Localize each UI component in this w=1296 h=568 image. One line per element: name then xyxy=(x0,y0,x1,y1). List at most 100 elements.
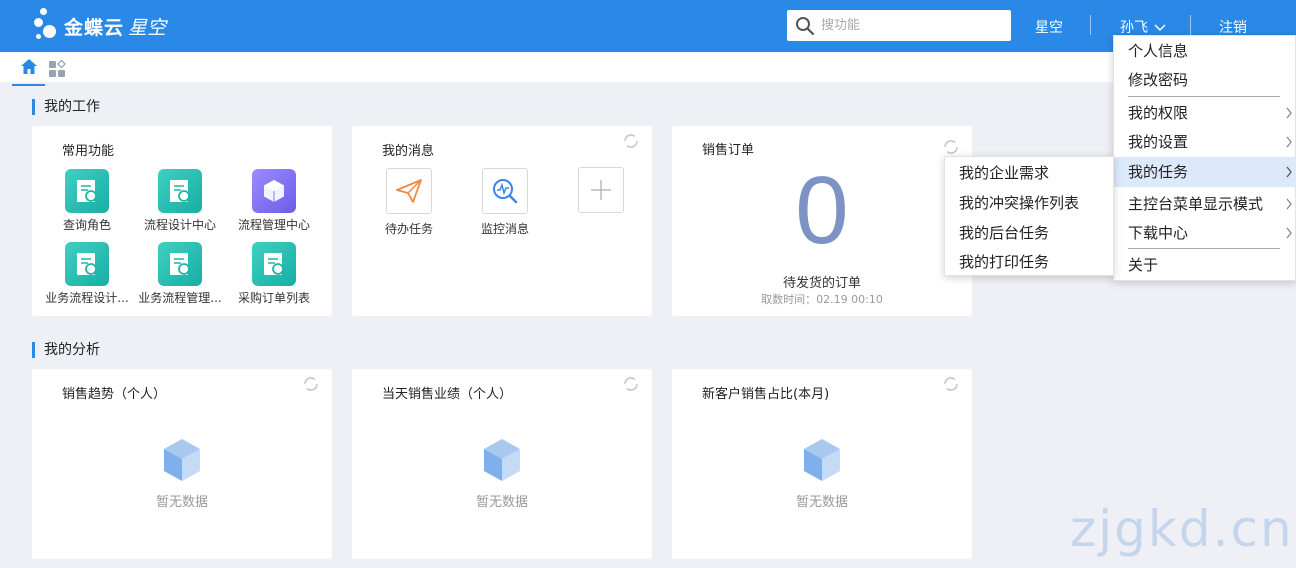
chevron-right-icon xyxy=(1286,166,1292,178)
submenu-item-enterprise-requests[interactable]: 我的企业需求 xyxy=(945,158,1115,188)
empty-state: 暂无数据 xyxy=(32,437,332,510)
empty-box-icon xyxy=(164,439,200,481)
report-search-icon xyxy=(65,169,109,213)
logout-link[interactable]: 注销 xyxy=(1219,17,1247,37)
menu-label: 我的权限 xyxy=(1128,104,1189,122)
menu-item-permissions[interactable]: 我的权限 xyxy=(1114,98,1296,128)
refresh-icon[interactable] xyxy=(622,132,640,150)
func-item-query-role[interactable]: 查询角色 xyxy=(41,169,133,233)
analysis-card-daily-sales: 当天销售业绩（个人） 暂无数据 xyxy=(352,369,652,559)
search-box[interactable] xyxy=(787,10,1011,41)
refresh-icon[interactable] xyxy=(302,375,320,393)
common-functions-card: 常用功能 查询角色 流程设计中心 流程管理中心 业务流程设计... 业务流程管理… xyxy=(32,126,332,316)
sales-order-card: 销售订单 0 待发货的订单 取数时间：02.19 00:10 xyxy=(672,126,972,316)
empty-box-icon xyxy=(484,439,520,481)
menu-label: 我的设置 xyxy=(1128,133,1189,151)
func-label: 业务流程管理... xyxy=(138,291,222,305)
divider xyxy=(1190,15,1191,35)
card-title: 新客户销售占比(本月) xyxy=(702,387,830,402)
empty-state: 暂无数据 xyxy=(352,437,652,510)
section-title-my-analysis: 我的分析 xyxy=(32,342,100,358)
logo-main-text: 金蝶云 xyxy=(64,16,125,39)
func-item-business-process-management[interactable]: 业务流程管理... xyxy=(134,242,226,306)
menu-item-tasks[interactable]: 我的任务 xyxy=(1114,157,1296,187)
empty-text: 暂无数据 xyxy=(475,495,528,510)
submenu-label: 我的打印任务 xyxy=(959,253,1050,271)
home-icon xyxy=(20,59,37,74)
empty-text: 暂无数据 xyxy=(155,495,208,510)
tab-home[interactable] xyxy=(12,56,45,86)
menu-item-console-menu-mode[interactable]: 主控台菜单显示模式 xyxy=(1114,189,1296,219)
user-menu-toggle[interactable]: 孙飞 xyxy=(1120,17,1166,37)
card-title: 常用功能 xyxy=(62,144,115,159)
paper-plane-icon xyxy=(386,168,432,214)
tab-apps[interactable] xyxy=(48,59,66,82)
msg-item-pending-tasks[interactable]: 待办任务 xyxy=(364,168,454,237)
msg-label: 待办任务 xyxy=(384,222,433,236)
func-item-process-management-center[interactable]: 流程管理中心 xyxy=(228,169,320,233)
search-icon xyxy=(796,16,815,35)
menu-label: 我的任务 xyxy=(1128,163,1189,181)
card-title: 当天销售业绩（个人） xyxy=(382,387,513,402)
func-item-business-process-design[interactable]: 业务流程设计... xyxy=(41,242,133,306)
search-input[interactable] xyxy=(821,18,1001,33)
logo-dots-icon xyxy=(34,8,64,44)
menu-item-about[interactable]: 关于 xyxy=(1114,250,1296,280)
menu-divider xyxy=(1128,248,1280,249)
chevron-right-icon xyxy=(1286,107,1292,119)
msg-label: 监控消息 xyxy=(480,222,529,236)
func-item-process-design-center[interactable]: 流程设计中心 xyxy=(134,169,226,233)
submenu-label: 我的后台任务 xyxy=(959,224,1050,242)
refresh-icon[interactable] xyxy=(942,375,960,393)
submenu-item-conflict-operations[interactable]: 我的冲突操作列表 xyxy=(945,188,1115,218)
top-bar: 金蝶云 星空 星空 孙飞 注销 xyxy=(0,0,1296,52)
submenu-label: 我的企业需求 xyxy=(959,164,1050,182)
chevron-right-icon xyxy=(1286,198,1292,210)
submenu-item-background-tasks[interactable]: 我的后台任务 xyxy=(945,218,1115,248)
menu-divider xyxy=(1128,96,1280,97)
product-link[interactable]: 星空 xyxy=(1035,17,1063,37)
report-search-icon xyxy=(158,242,202,286)
section-title-my-work: 我的工作 xyxy=(32,99,100,115)
submenu-item-print-tasks[interactable]: 我的打印任务 xyxy=(945,247,1115,277)
menu-item-download-center[interactable]: 下载中心 xyxy=(1114,218,1296,248)
watermark-text: zjgkd.cn xyxy=(1070,500,1294,558)
refresh-icon[interactable] xyxy=(942,138,960,156)
func-label: 采购订单列表 xyxy=(237,291,310,305)
chevron-down-icon xyxy=(1154,24,1166,32)
func-item-purchase-order-list[interactable]: 采购订单列表 xyxy=(228,242,320,306)
pending-order-count[interactable]: 0 xyxy=(672,156,972,266)
func-label: 业务流程设计... xyxy=(45,291,129,305)
cube-icon xyxy=(252,169,296,213)
analysis-card-new-customer-ratio: 新客户销售占比(本月) 暂无数据 xyxy=(672,369,972,559)
monitor-search-icon xyxy=(482,168,528,214)
analysis-card-sales-trend: 销售趋势（个人） 暂无数据 xyxy=(32,369,332,559)
logo-sub-text: 星空 xyxy=(128,16,167,39)
user-name: 孙飞 xyxy=(1120,20,1148,36)
menu-item-settings[interactable]: 我的设置 xyxy=(1114,127,1296,157)
menu-label: 主控台菜单显示模式 xyxy=(1128,195,1264,213)
fetch-time: 取数时间：02.19 00:10 xyxy=(761,293,883,306)
menu-item-change-password[interactable]: 修改密码 xyxy=(1114,65,1296,95)
chevron-right-icon xyxy=(1286,136,1292,148)
add-message-button[interactable] xyxy=(578,167,624,213)
divider xyxy=(1090,15,1091,35)
messages-card: 我的消息 待办任务 监控消息 xyxy=(352,126,652,316)
app-logo[interactable]: 金蝶云 星空 xyxy=(34,8,166,44)
func-label: 查询角色 xyxy=(62,218,111,232)
empty-box-icon xyxy=(804,439,840,481)
apps-grid-icon xyxy=(49,59,66,77)
card-title: 销售趋势（个人） xyxy=(62,387,167,402)
chevron-right-icon xyxy=(1286,227,1292,239)
report-search-icon xyxy=(158,169,202,213)
tab-strip xyxy=(0,52,1296,86)
msg-item-monitor-messages[interactable]: 监控消息 xyxy=(460,168,550,237)
menu-label: 关于 xyxy=(1128,256,1159,274)
menu-label: 修改密码 xyxy=(1128,71,1189,89)
menu-item-profile[interactable]: 个人信息 xyxy=(1114,36,1296,66)
tasks-submenu: 我的企业需求 我的冲突操作列表 我的后台任务 我的打印任务 xyxy=(944,156,1114,276)
plus-icon xyxy=(591,180,611,200)
card-title: 我的消息 xyxy=(382,144,435,159)
refresh-icon[interactable] xyxy=(622,375,640,393)
report-search-icon xyxy=(65,242,109,286)
